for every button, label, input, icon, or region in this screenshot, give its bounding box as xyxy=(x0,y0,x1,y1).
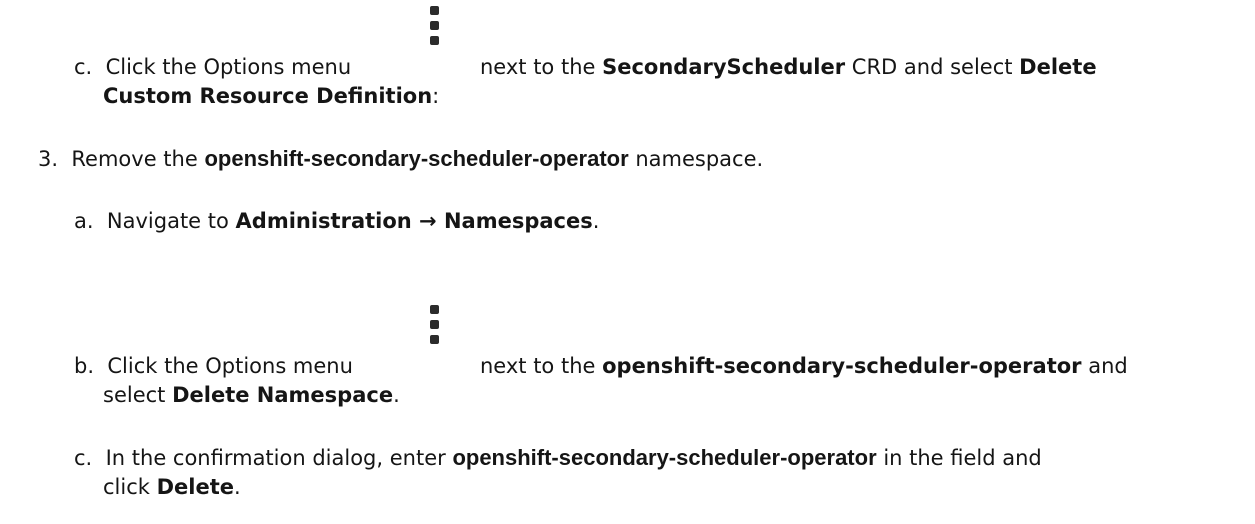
step-c-first-line1: c. Click the Options menu xyxy=(74,55,352,79)
nav-path: Administration → Namespaces xyxy=(235,209,593,233)
step-c-first-line1-right: next to the SecondaryScheduler CRD and s… xyxy=(480,55,1097,79)
step-b-line2: select Delete Namespace. xyxy=(103,383,400,407)
crd-name: SecondaryScheduler xyxy=(602,55,846,79)
step-a: a. Navigate to Administration → Namespac… xyxy=(74,209,600,233)
step-3: 3. Remove the openshift-secondary-schedu… xyxy=(38,146,764,171)
step-b-line1-right: next to the openshift-secondary-schedule… xyxy=(480,354,1128,378)
step-c-first-line2: Custom Resource Definition: xyxy=(103,84,440,108)
kebab-icon xyxy=(428,305,442,345)
namespace-name: openshift-secondary-scheduler-operator xyxy=(602,354,1082,378)
namespace-name: openshift-secondary-scheduler-operator xyxy=(452,445,877,470)
delete-action: Delete xyxy=(156,475,235,499)
step-b-line1: b. Click the Options menu xyxy=(74,354,353,378)
step-c-second-line2: click Delete. xyxy=(103,475,241,499)
step-c-second-line1: c. In the confirmation dialog, enter ope… xyxy=(74,445,1042,470)
namespace-name: openshift-secondary-scheduler-operator xyxy=(204,146,629,171)
kebab-icon xyxy=(428,6,442,46)
